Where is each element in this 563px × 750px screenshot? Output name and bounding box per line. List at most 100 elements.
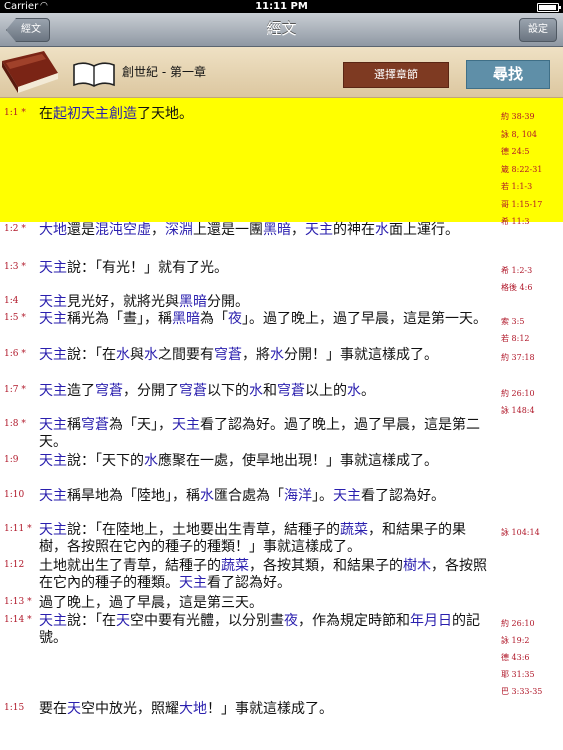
keyword-link[interactable]: 天主 [39,522,67,538]
keyword-link[interactable]: 夜 [284,613,298,629]
verse-segment: 要在 [39,701,67,717]
keyword-link[interactable]: 混沌 [95,222,123,238]
keyword-link[interactable]: 天主 [39,347,67,363]
verse-text: 大地還是混沌空虛，深淵上還是一團黑暗，天主的神在水面上運行。 [39,222,492,239]
select-chapter-button[interactable]: 選擇章節 [343,62,449,88]
keyword-link[interactable]: 天主 [39,260,67,276]
keyword-link[interactable]: 蔬菜 [221,558,249,574]
keyword-link[interactable]: 年月日 [410,613,452,629]
cross-reference-link[interactable]: 德 43:6 [501,649,561,666]
verse-segment: ， [151,222,165,238]
keyword-link[interactable]: 穹蒼 [277,383,305,399]
cross-references: 希 1:2-3 格後 4:6 [501,262,561,296]
keyword-link[interactable]: 空虛 [123,222,151,238]
cross-references: 索 3:5 若 8:12 [501,313,561,347]
cross-reference-link[interactable]: 巴 3:33-35 [501,683,561,700]
verse-row[interactable]: 1:4 天主見光好，就將光與黑暗分開。 [0,294,563,311]
verse-row[interactable]: 1:7 * 天主造了穹蒼，分開了穹蒼以下的水和穹蒼以上的水。約 26:10 詠 14… [0,383,563,417]
keyword-link[interactable]: 天主 [39,613,67,629]
verse-text: 天主見光好，就將光與黑暗分開。 [39,294,492,311]
verse-row[interactable]: 1:2 * 大地還是混沌空虛，深淵上還是一團黑暗，天主的神在水面上運行。 [0,222,563,260]
verse-row[interactable]: 1:6 * 天主說：「在水與水之間要有穹蒼，將水分開！」事就這樣成了。約 37:1… [0,347,563,383]
cross-reference-link[interactable]: 詠 19:2 [501,632,561,649]
settings-button[interactable]: 設定 [519,18,557,42]
cross-reference-link[interactable]: 希 1:2-3 [501,262,561,279]
verse-segment: 和 [263,383,277,399]
keyword-link[interactable]: 水 [200,488,214,504]
keyword-link[interactable]: 黑暗 [179,294,207,310]
keyword-link[interactable]: 天主 [179,575,207,591]
keyword-link[interactable]: 深淵 [165,222,193,238]
keyword-link[interactable]: 創造 [109,106,137,122]
verse-text: 天主稱穹蒼為「天」，天主看了認為好。過了晚上，過了早晨，這是第二天。 [39,417,492,451]
cross-reference-link[interactable]: 詠 104:14 [501,524,561,541]
verse-segment: 」。過了晚上，過了早晨，這是第一天。 [242,311,487,327]
verse-number: 1:1 * [4,108,26,118]
keyword-link[interactable]: 天 [67,701,81,717]
keyword-link[interactable]: 天主 [39,453,67,469]
verse-segment: 說：「在陸地上，土地要出生青草，結種子的 [67,522,340,538]
keyword-link[interactable]: 天主 [39,294,67,310]
verse-text: 天主說：「有光！」就有了光。 [39,260,492,277]
keyword-link[interactable]: 夜 [228,311,242,327]
keyword-link[interactable]: 天主 [39,383,67,399]
keyword-link[interactable]: 天主 [305,222,333,238]
cross-reference-link[interactable]: 若 8:12 [501,330,561,347]
keyword-link[interactable]: 天主 [39,311,67,327]
verse-row[interactable]: 1:12 土地就出生了青草，結種子的蔬菜，各按其類，和結果子的樹木，各按照在它內的… [0,558,563,595]
cross-references: 詠 104:14 [501,524,561,541]
cross-reference-link[interactable]: 約 26:10 [501,615,561,632]
keyword-link[interactable]: 穹蒼 [214,347,242,363]
keyword-link[interactable]: 穹蒼 [179,383,207,399]
keyword-link[interactable]: 樹木 [403,558,431,574]
cross-reference-link[interactable]: 哥 1:15-17 [501,196,561,214]
keyword-link[interactable]: 天主 [39,417,67,433]
chapter-header: 創世紀 - 第一章 選擇章節 尋找 [0,47,563,98]
keyword-link[interactable]: 天主 [39,488,67,504]
keyword-link[interactable]: 天主 [333,488,361,504]
cross-reference-link[interactable]: 約 37:18 [501,349,561,366]
keyword-link[interactable]: 水 [249,383,263,399]
cross-reference-link[interactable]: 德 24:5 [501,143,561,161]
verse-row[interactable]: 1:14 * 天主說：「在天空中要有光體，以分別晝夜，作為規定時節和年月日的記號。… [0,613,563,701]
keyword-link[interactable]: 水 [270,347,284,363]
keyword-link[interactable]: 蔬菜 [340,522,368,538]
cross-reference-link[interactable]: 約 38-39 [501,108,561,126]
verse-row[interactable]: 1:11 * 天主說：「在陸地上，土地要出生青草，結種子的蔬菜，和結果子的果樹，各… [0,522,563,558]
keyword-link[interactable]: 天 [116,613,130,629]
search-button[interactable]: 尋找 [466,60,550,89]
verse-segment: 分開。 [207,294,249,310]
keyword-link[interactable]: 大地 [39,222,67,238]
cross-reference-link[interactable]: 若 1:1-3 [501,178,561,196]
keyword-link[interactable]: 天主 [172,417,200,433]
cross-reference-link[interactable]: 約 26:10 [501,385,561,402]
cross-reference-link[interactable]: 箴 8:22-31 [501,161,561,179]
cross-reference-link[interactable]: 耶 31:35 [501,666,561,683]
keyword-link[interactable]: 水 [144,347,158,363]
keyword-link[interactable]: 水 [347,383,361,399]
keyword-link[interactable]: 穹蒼 [81,417,109,433]
cross-reference-link[interactable]: 索 3:5 [501,313,561,330]
verse-row[interactable]: 1:13 * 過了晚上，過了早晨，這是第三天。 [0,595,563,613]
verse-row[interactable]: 1:5 * 天主稱光為「晝」，稱黑暗為「夜」。過了晚上，過了早晨，這是第一天。索 … [0,311,563,347]
keyword-link[interactable]: 海洋 [284,488,312,504]
verse-segment: 說：「天下的 [67,453,144,469]
cross-reference-link[interactable]: 詠 8, 104 [501,126,561,144]
verse-row[interactable]: 1:3 * 天主說：「有光！」就有了光。希 1:2-3 格後 4:6 [0,260,563,294]
keyword-link[interactable]: 水 [116,347,130,363]
keyword-link[interactable]: 水 [375,222,389,238]
keyword-link[interactable]: 大地 [179,701,207,717]
keyword-link[interactable]: 水 [144,453,158,469]
keyword-link[interactable]: 黑暗 [172,311,200,327]
keyword-link[interactable]: 黑暗 [263,222,291,238]
keyword-link[interactable]: 穹蒼 [95,383,123,399]
page-title: 經文 [266,20,297,38]
verse-row[interactable]: 1:8 * 天主稱穹蒼為「天」，天主看了認為好。過了晚上，過了早晨，這是第二天。 [0,417,563,453]
verse-row[interactable]: 1:9 天主說：「天下的水應聚在一處，使旱地出現！」事就這樣成了。 [0,453,563,488]
keyword-link[interactable]: 天主 [81,106,109,122]
verse-row[interactable]: 1:15 要在天空中放光，照耀大地！」事就這樣成了。 [0,701,563,718]
cross-references: 約 37:18 [501,349,561,366]
verse-row[interactable]: 1:1 * 在起初天主創造了天地。約 38-39 詠 8, 104 德 24:5 箴 8… [0,98,563,226]
verse-row[interactable]: 1:10 天主稱旱地為「陸地」，稱水匯合處為「海洋」。天主看了認為好。 [0,488,563,522]
keyword-link[interactable]: 起初 [53,106,81,122]
